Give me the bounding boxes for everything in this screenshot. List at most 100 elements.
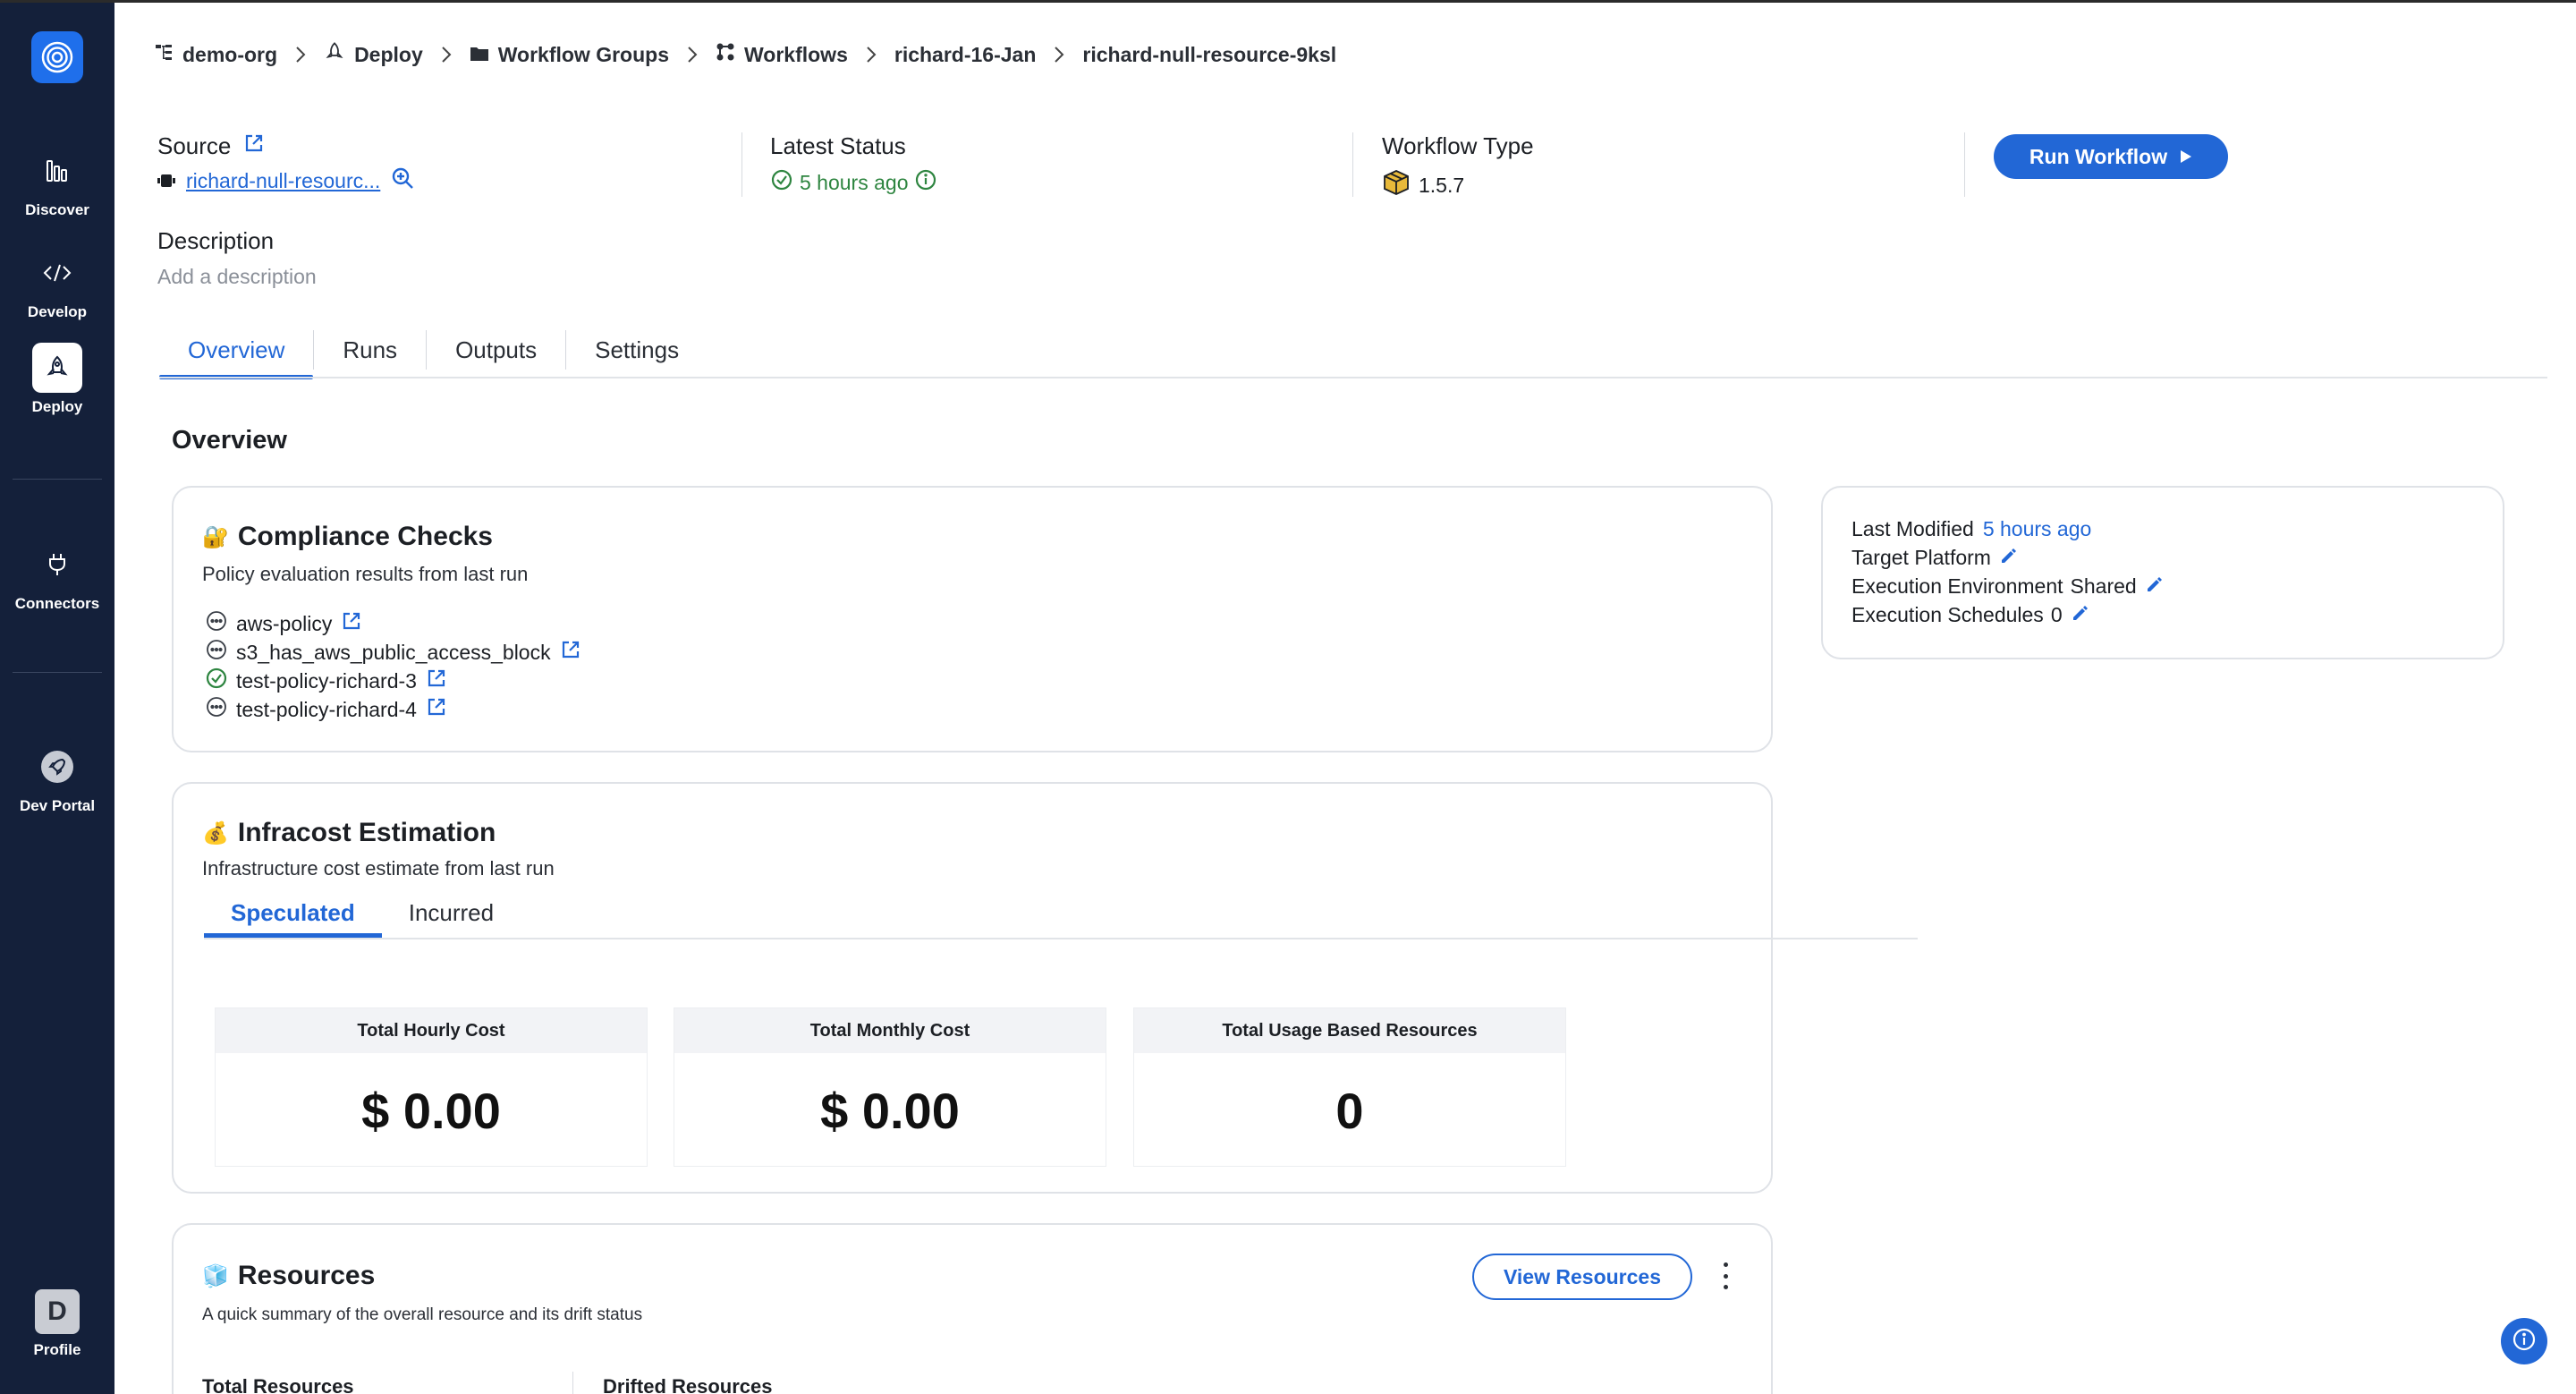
compliance-card: 🔐 Compliance Checks Policy evaluation re…: [172, 486, 1773, 752]
sidebar-item-label: Develop: [27, 303, 88, 320]
metric-label: Total Monthly Cost: [674, 1008, 1106, 1053]
metric-value: 0: [1335, 1082, 1364, 1139]
ice-cube-emoji-icon: 🧊: [202, 1263, 229, 1288]
breadcrumb: demo-org Deploy Workflow Groups Workflow…: [154, 39, 1336, 70]
list-item: s3_has_aws_public_access_block: [206, 638, 581, 667]
total-resources-label: Total Resources: [202, 1375, 354, 1394]
sidebar-item-discover[interactable]: Discover: [0, 146, 114, 219]
sidebar-item-label: Dev Portal: [19, 797, 96, 814]
tab-overview[interactable]: Overview: [159, 322, 314, 379]
tab-outputs[interactable]: Outputs: [426, 330, 565, 370]
money-bag-emoji-icon: 💰: [202, 820, 229, 846]
pencil-icon[interactable]: [2072, 603, 2089, 627]
breadcrumb-item-workflows[interactable]: Workflows: [716, 42, 848, 67]
metric-label: Total Usage Based Resources: [1134, 1008, 1565, 1053]
breadcrumb-item-org[interactable]: demo-org: [154, 42, 277, 67]
drifted-resources-label: Drifted Resources: [603, 1375, 773, 1394]
tab-runs[interactable]: Runs: [313, 330, 426, 370]
vcs-icon: [157, 169, 175, 193]
target-platform-row: Target Platform: [1852, 543, 2503, 572]
info-icon[interactable]: [915, 169, 936, 196]
tab-speculated[interactable]: Speculated: [204, 889, 382, 938]
list-item: aws-policy: [206, 609, 581, 638]
resources-subtitle: A quick summary of the overall resource …: [202, 1305, 643, 1324]
sidebar-item-label: Profile: [33, 1341, 81, 1358]
check-circle-icon: [771, 169, 792, 196]
sidebar-item-develop[interactable]: Develop: [0, 248, 114, 321]
chevron-right-icon: [687, 46, 698, 64]
resources-card: 🧊 Resources A quick summary of the overa…: [172, 1223, 1773, 1394]
sidebar-divider: [13, 479, 102, 480]
workflow-type-label: Workflow Type: [1382, 132, 1534, 159]
breadcrumb-item-current: richard-null-resource-9ksl: [1082, 42, 1337, 66]
external-link-icon[interactable]: [560, 639, 581, 666]
sidebar-item-connectors[interactable]: Connectors: [0, 540, 114, 613]
list-item: test-policy-richard-4: [206, 695, 581, 724]
run-workflow-button[interactable]: Run Workflow: [1994, 134, 2228, 179]
infracost-subtitle: Infrastructure cost estimate from last r…: [202, 857, 555, 880]
description-field[interactable]: Add a description: [157, 265, 317, 289]
view-resources-button[interactable]: View Resources: [1472, 1254, 1692, 1300]
metric-usage-resources: Total Usage Based Resources 0: [1133, 1007, 1566, 1167]
policy-name: test-policy-richard-4: [236, 697, 417, 721]
code-icon: [32, 248, 82, 298]
header-divider: [741, 132, 742, 197]
tab-settings[interactable]: Settings: [565, 330, 708, 370]
execution-schedules-row: Execution Schedules 0: [1852, 600, 2503, 629]
more-options-icon[interactable]: [1721, 1262, 1730, 1289]
description-label: Description: [157, 227, 275, 254]
external-link-icon[interactable]: [341, 610, 362, 637]
infracost-title: 💰 Infracost Estimation: [202, 818, 496, 847]
latest-status-label: Latest Status: [770, 132, 906, 159]
source-link-row: richard-null-resourc...: [157, 166, 414, 195]
chevron-right-icon: [1054, 46, 1064, 64]
header-divider: [1964, 132, 1965, 197]
rocket-icon: [32, 742, 82, 792]
pencil-icon[interactable]: [2146, 574, 2164, 599]
source-label-group: Source: [157, 132, 265, 160]
external-link-icon[interactable]: [426, 696, 447, 723]
pencil-icon[interactable]: [2000, 546, 2018, 570]
source-link[interactable]: richard-null-resourc...: [186, 169, 380, 193]
package-icon: [1383, 169, 1410, 201]
cost-tabs-underline: [204, 938, 1918, 939]
breadcrumb-item-workflow-group[interactable]: richard-16-Jan: [894, 43, 1037, 67]
workflow-type-value: 1.5.7: [1383, 169, 1464, 201]
metric-monthly-cost: Total Monthly Cost $ 0.00: [674, 1007, 1106, 1167]
sidebar-item-dev-portal[interactable]: Dev Portal: [0, 742, 114, 815]
info-icon: [2512, 1327, 2537, 1356]
window-top-border: [0, 0, 2576, 3]
list-item: test-policy-richard-3: [206, 667, 581, 695]
help-button[interactable]: [2501, 1318, 2547, 1364]
compliance-subtitle: Policy evaluation results from last run: [202, 563, 529, 585]
avatar: D: [35, 1289, 80, 1334]
sidebar-item-deploy[interactable]: Deploy: [0, 343, 114, 416]
compliance-title: 🔐 Compliance Checks: [202, 522, 493, 551]
app-logo[interactable]: [31, 31, 83, 83]
tab-incurred[interactable]: Incurred: [382, 889, 521, 936]
metric-value: $ 0.00: [361, 1082, 501, 1139]
bar-chart-icon: [32, 146, 82, 196]
cost-tabs: Speculated Incurred: [204, 889, 521, 938]
metric-hourly-cost: Total Hourly Cost $ 0.00: [215, 1007, 648, 1167]
pending-circle-icon: [206, 610, 227, 637]
latest-status-value: 5 hours ago: [771, 169, 936, 196]
sidebar-item-label: Connectors: [14, 595, 100, 612]
zoom-icon[interactable]: [391, 166, 414, 195]
last-modified-value[interactable]: 5 hours ago: [1983, 517, 2091, 541]
section-title: Overview: [172, 426, 287, 455]
policy-name: test-policy-richard-3: [236, 668, 417, 693]
pending-circle-icon: [206, 696, 227, 723]
pending-circle-icon: [206, 639, 227, 666]
workflow-meta-card: Last Modified 5 hours ago Target Platfor…: [1821, 486, 2504, 659]
external-link-icon[interactable]: [426, 667, 447, 694]
deploy-icon: [324, 41, 345, 68]
last-modified-row: Last Modified 5 hours ago: [1852, 516, 2092, 541]
external-link-icon[interactable]: [243, 132, 265, 160]
breadcrumb-item-deploy[interactable]: Deploy: [324, 41, 423, 68]
tabs-underline: [159, 377, 2547, 378]
policy-name: aws-policy: [236, 611, 333, 635]
sidebar-item-profile[interactable]: D Profile: [0, 1289, 114, 1359]
main-tabs: Overview Runs Outputs Settings: [159, 322, 708, 379]
breadcrumb-item-workflow-groups[interactable]: Workflow Groups: [470, 43, 669, 67]
